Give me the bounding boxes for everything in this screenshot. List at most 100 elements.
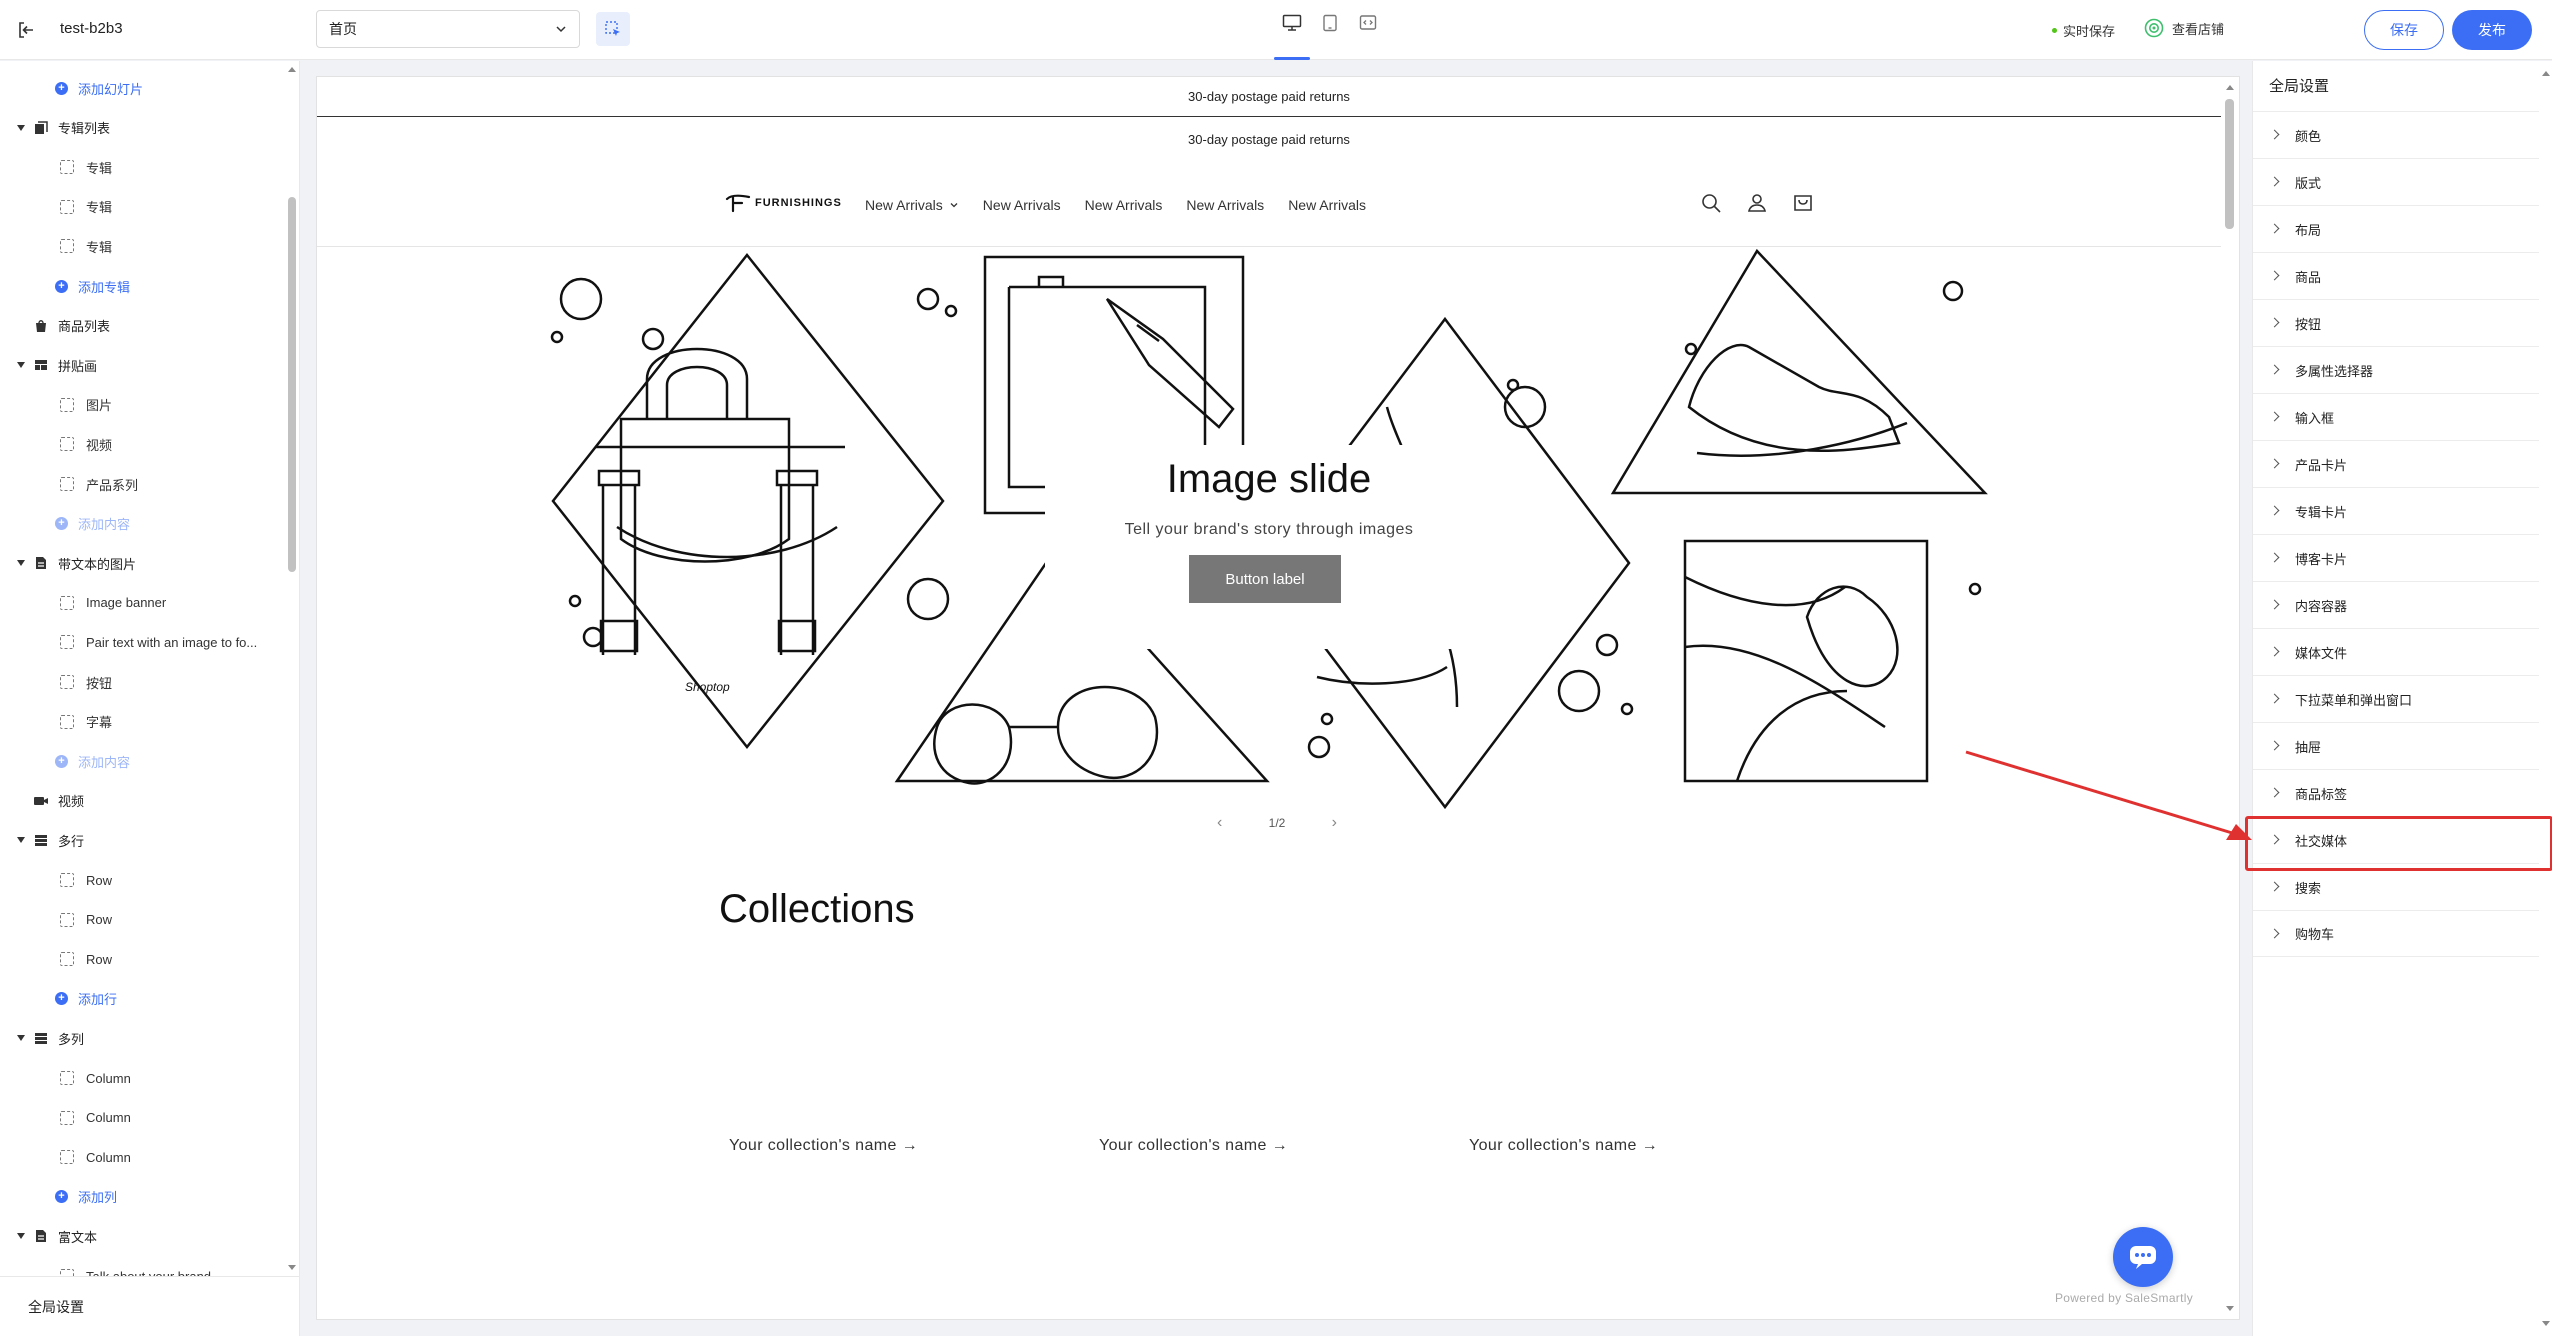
block-item[interactable]: 专辑 [0,190,286,224]
view-store-link[interactable]: 查看店铺 [2144,18,2224,38]
canvas-scrollbar[interactable] [2221,77,2239,1319]
add-block-button[interactable]: + 添加专辑 [0,269,286,303]
caret-down-icon[interactable] [17,560,25,567]
panel-scrollbar[interactable] [2539,61,2552,1336]
hero-slideshow[interactable]: Shoptop Image slide Tell your brand's st… [317,247,2221,877]
settings-item[interactable]: 搜索 [2253,863,2539,910]
block-icon [60,1071,74,1085]
store-logo[interactable]: FURNISHINGS [725,193,842,213]
block-item[interactable]: 按钮 [0,665,286,699]
block-item[interactable]: 专辑 [0,150,286,184]
block-item[interactable]: Row [0,942,286,976]
settings-item[interactable]: 颜色 [2253,111,2539,158]
block-label: Row [86,951,113,967]
block-item[interactable]: Column [0,1061,286,1095]
section-item[interactable]: 多列 [0,1021,286,1055]
settings-item[interactable]: 按钮 [2253,299,2539,346]
section-item[interactable]: 商品列表 [0,309,286,343]
cart-icon[interactable] [1791,191,1815,215]
settings-item[interactable]: 商品 [2253,252,2539,299]
block-item[interactable]: 产品系列 [0,467,286,501]
save-button[interactable]: 保存 [2364,10,2444,50]
settings-item[interactable]: 博客卡片 [2253,534,2539,581]
section-item[interactable]: 视频 [0,784,286,818]
page-select[interactable]: 首页 [316,10,580,48]
desktop-view-icon[interactable] [1274,8,1310,60]
settings-item[interactable]: 多属性选择器 [2253,346,2539,393]
settings-item[interactable]: 媒体文件 [2253,628,2539,675]
settings-item[interactable]: 输入框 [2253,393,2539,440]
nav-item[interactable]: New Arrivals [1186,197,1264,213]
caret-down-icon[interactable] [17,1233,25,1240]
block-item[interactable]: Image banner [0,586,286,620]
block-item[interactable]: 专辑 [0,229,286,263]
slide-next-icon[interactable]: › [1332,814,1337,832]
settings-item[interactable]: 产品卡片 [2253,440,2539,487]
global-settings-link[interactable]: 全局设置 [0,1276,300,1336]
exit-icon[interactable] [12,16,40,44]
collection-link[interactable]: Your collection's name → [729,1137,918,1155]
block-item[interactable]: Talk about your brand [0,1259,286,1276]
block-item[interactable]: Pair text with an image to fo... [0,625,286,659]
nav-item[interactable]: New Arrivals [1085,197,1163,213]
block-item[interactable]: 字幕 [0,705,286,739]
settings-item[interactable]: 版式 [2253,158,2539,205]
search-icon[interactable] [1699,191,1723,215]
scroll-up-icon[interactable] [2542,71,2550,76]
section-item[interactable]: 专辑列表 [0,111,286,145]
slide-prev-icon[interactable]: ‹ [1217,814,1222,832]
settings-item[interactable]: 布局 [2253,205,2539,252]
add-block-button[interactable]: + 添加列 [0,1180,286,1214]
settings-item[interactable]: 下拉菜单和弹出窗口 [2253,675,2539,722]
announcement-bar[interactable]: 30-day postage paid returns [317,119,2221,159]
add-block-button[interactable]: + 添加内容 [0,507,286,541]
section-item[interactable]: 拼贴画 [0,348,286,382]
settings-item-label: 布局 [2295,222,2322,238]
section-item[interactable]: 带文本的图片 [0,546,286,580]
chat-widget-button[interactable] [2113,1227,2173,1287]
element-select-icon[interactable] [596,12,630,46]
block-item[interactable]: Column [0,1101,286,1135]
account-icon[interactable] [1745,191,1769,215]
scroll-up-icon[interactable] [288,67,296,72]
settings-item[interactable]: 内容容器 [2253,581,2539,628]
sidebar-scrollbar[interactable] [286,61,300,1276]
scroll-up-icon[interactable] [2226,85,2234,90]
settings-item[interactable]: 社交媒体 [2245,816,2552,871]
add-block-button[interactable]: + 添加内容 [0,744,286,778]
hero-button[interactable]: Button label [1189,555,1341,603]
block-item[interactable]: Row [0,863,286,897]
section-item[interactable]: 多行 [0,823,286,857]
scroll-down-icon[interactable] [2226,1306,2234,1311]
caret-down-icon[interactable] [17,124,25,131]
settings-item[interactable]: 抽屉 [2253,722,2539,769]
code-view-icon[interactable] [1356,8,1380,44]
nav-item[interactable]: New Arrivals [983,197,1061,213]
settings-item[interactable]: 专辑卡片 [2253,487,2539,534]
nav-item[interactable]: New Arrivals [865,197,959,213]
publish-button[interactable]: 发布 [2452,10,2532,50]
block-icon [60,1110,74,1125]
add-block-button[interactable]: + 添加行 [0,982,286,1016]
collection-link[interactable]: Your collection's name → [1469,1137,1658,1155]
collection-link[interactable]: Your collection's name → [1099,1137,1288,1155]
block-item[interactable]: Column [0,1140,286,1174]
scroll-down-icon[interactable] [2542,1321,2550,1326]
caret-down-icon[interactable] [17,362,25,369]
settings-item[interactable]: 购物车 [2253,910,2539,957]
block-item[interactable]: Row [0,903,286,937]
settings-item[interactable]: 商品标签 [2253,769,2539,816]
announcement-bar[interactable]: 30-day postage paid returns [317,77,2221,117]
block-label: Column [86,1070,131,1086]
scroll-down-icon[interactable] [288,1265,296,1270]
block-item[interactable]: 视频 [0,427,286,461]
nav-item[interactable]: New Arrivals [1288,197,1366,213]
caret-down-icon[interactable] [17,1035,25,1042]
tablet-view-icon[interactable] [1318,8,1342,44]
section-item[interactable]: 富文本 [0,1219,286,1253]
caret-down-icon[interactable] [17,837,25,844]
scroll-thumb[interactable] [288,197,296,572]
add-block-button[interactable]: + 添加幻灯片 [0,71,286,105]
block-item[interactable]: 图片 [0,388,286,422]
scroll-thumb[interactable] [2225,99,2234,229]
